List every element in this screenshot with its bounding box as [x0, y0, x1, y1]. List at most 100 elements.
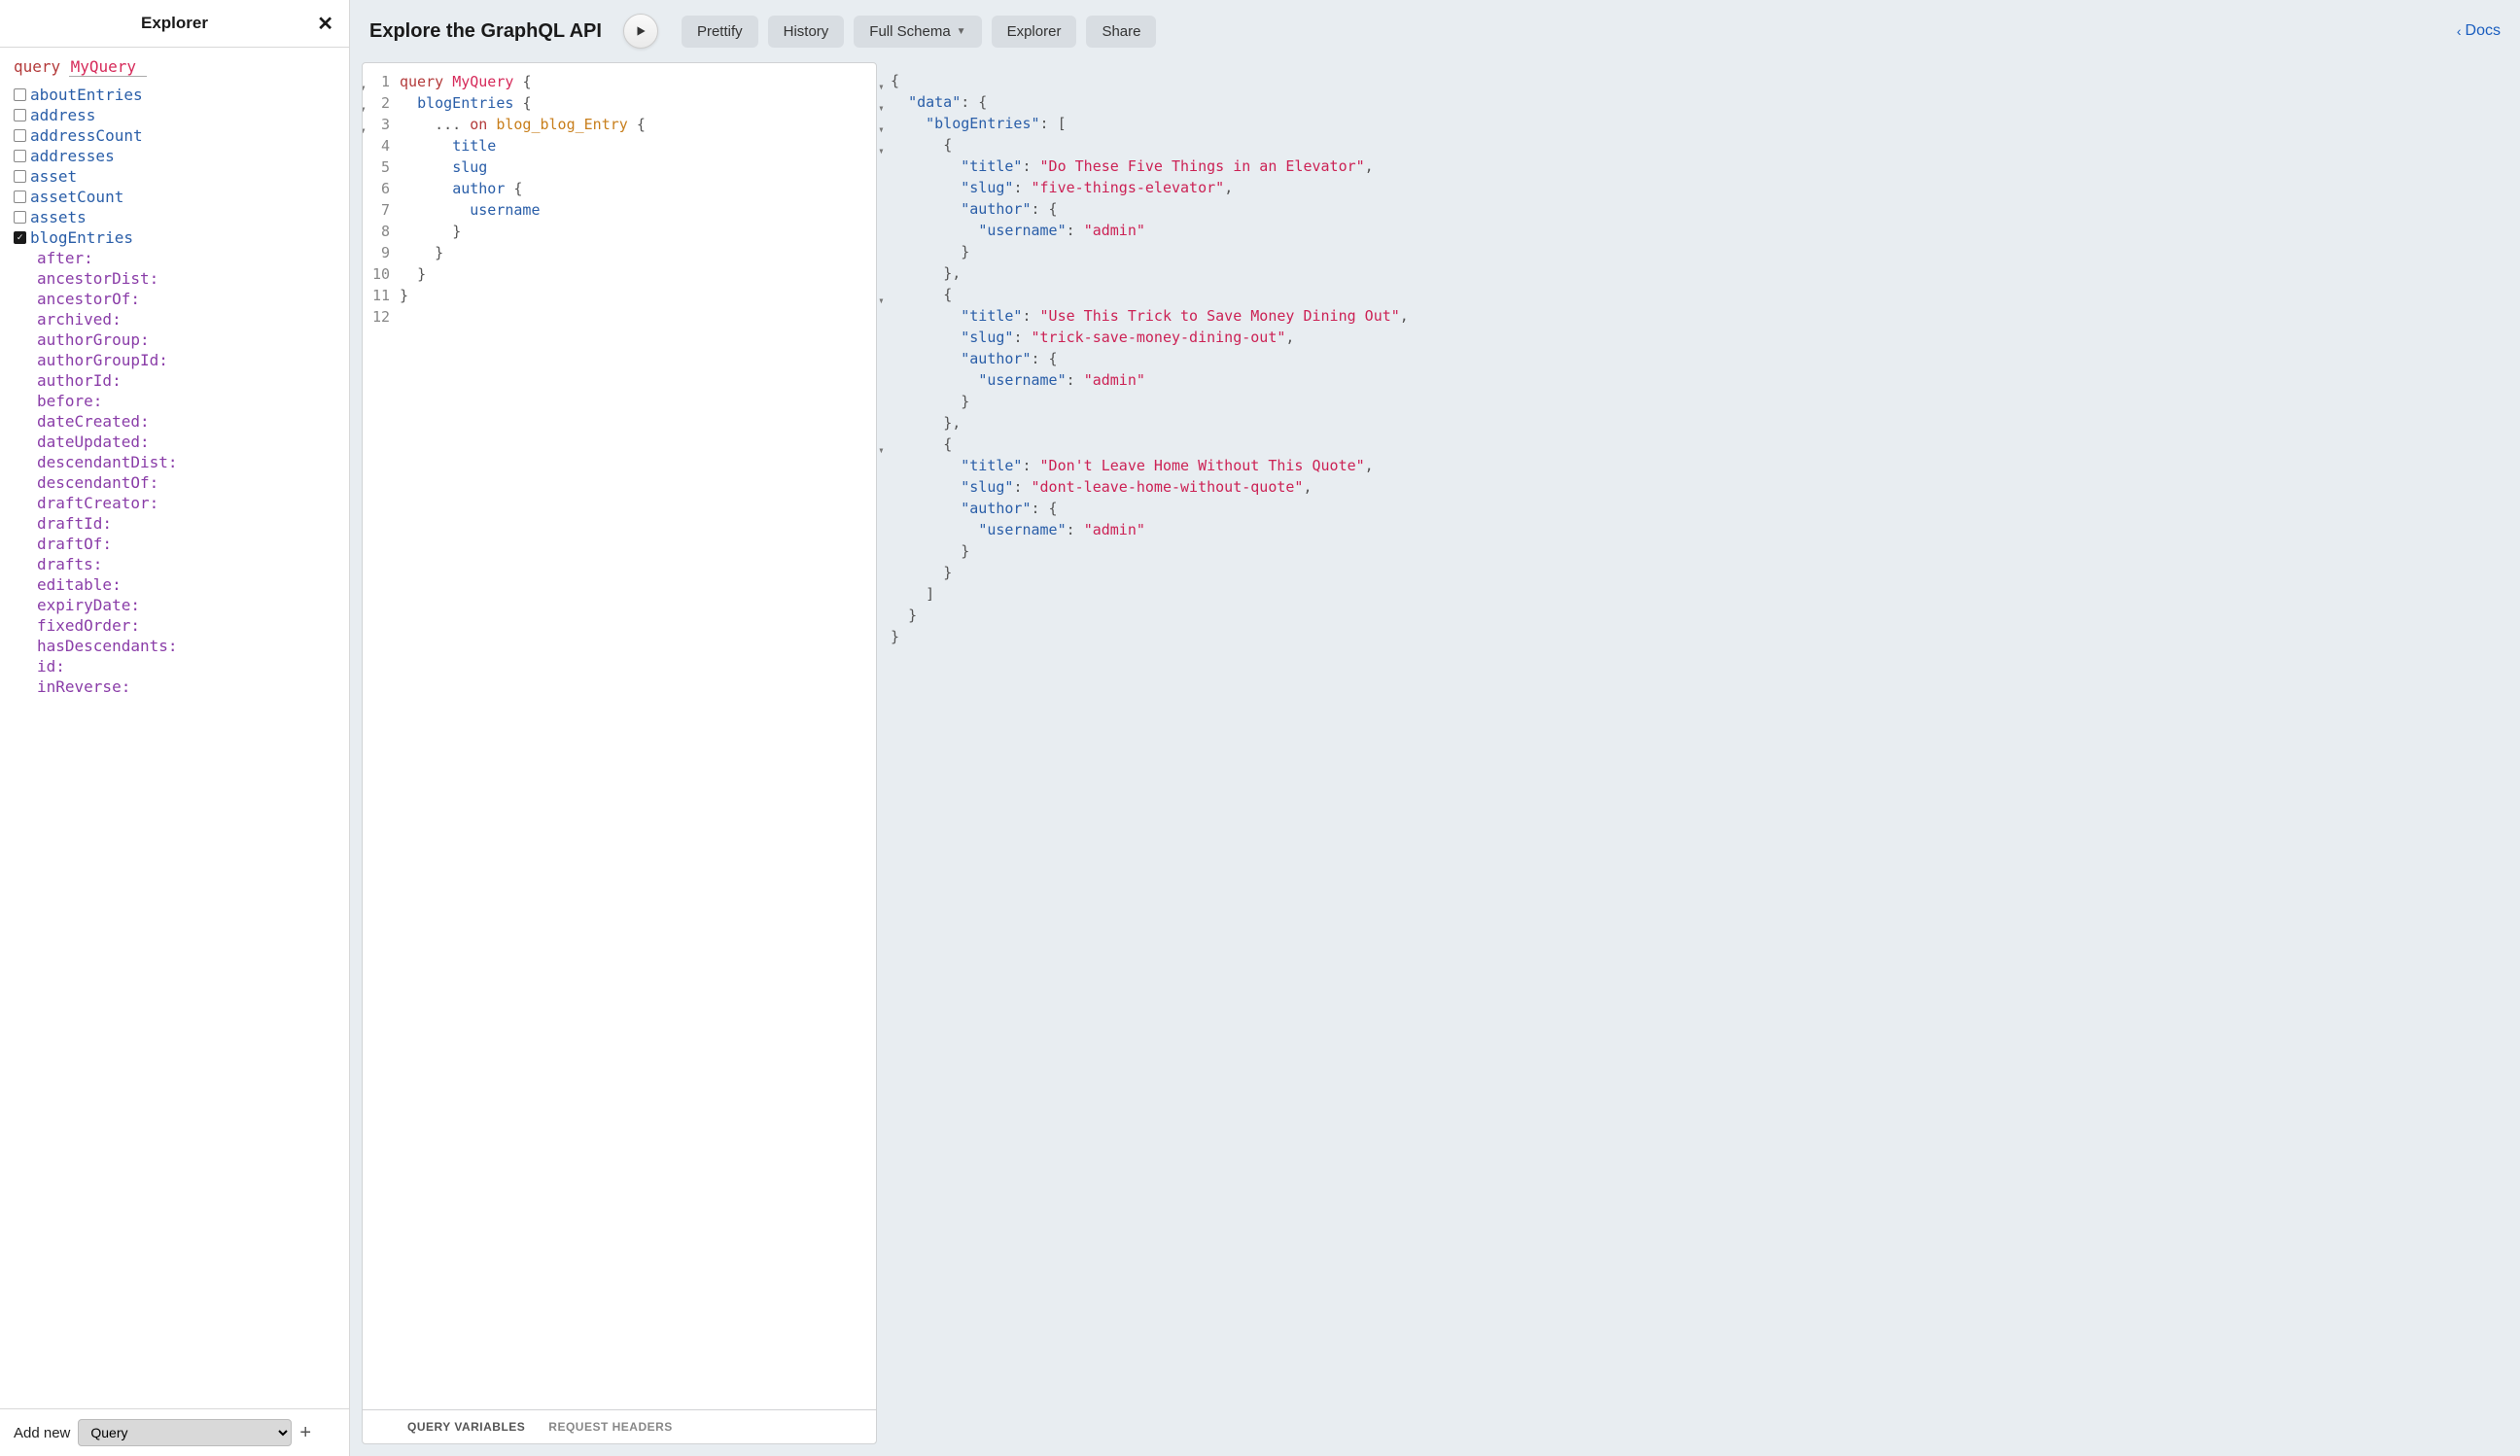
line-number: 9	[363, 242, 390, 263]
arg-item[interactable]: dateCreated:	[33, 411, 335, 432]
arg-item[interactable]: authorId:	[33, 370, 335, 391]
code-line: slug	[400, 156, 876, 178]
field-item[interactable]: aboutEntries	[14, 85, 335, 105]
field-item[interactable]: addressCount	[14, 125, 335, 146]
arg-item[interactable]: descendantDist:	[33, 452, 335, 472]
arg-label: draftId:	[37, 514, 112, 533]
arg-item[interactable]: descendantOf:	[33, 472, 335, 493]
fold-icon[interactable]: ▼	[879, 120, 883, 141]
checkbox-icon[interactable]	[14, 231, 26, 244]
prettify-button[interactable]: Prettify	[682, 16, 758, 48]
arg-label: ancestorOf:	[37, 290, 140, 308]
field-label: aboutEntries	[30, 86, 143, 104]
full-schema-button[interactable]: Full Schema▼	[854, 16, 981, 48]
result-line: "title": "Do These Five Things in an Ele…	[891, 156, 2495, 177]
line-number: 3	[363, 114, 390, 135]
history-button[interactable]: History	[768, 16, 845, 48]
explorer-button[interactable]: Explorer	[992, 16, 1077, 48]
share-button[interactable]: Share	[1086, 16, 1156, 48]
code-line: }	[400, 242, 876, 263]
line-number: 2	[363, 92, 390, 114]
arg-label: authorId:	[37, 371, 122, 390]
code-area[interactable]: query MyQuery { blogEntries { ... on blo…	[400, 63, 876, 1409]
arg-label: after:	[37, 249, 93, 267]
arg-item[interactable]: ancestorDist:	[33, 268, 335, 289]
chevron-down-icon: ▼	[957, 26, 966, 37]
arg-item[interactable]: authorGroup:	[33, 329, 335, 350]
arg-item[interactable]: dateUpdated:	[33, 432, 335, 452]
arg-item[interactable]: id:	[33, 656, 335, 676]
query-name-input[interactable]	[69, 57, 147, 77]
arg-item[interactable]: draftId:	[33, 513, 335, 534]
fold-icon[interactable]: ▼	[879, 98, 883, 120]
fold-icon[interactable]: ▼	[879, 141, 883, 162]
arg-item[interactable]: authorGroupId:	[33, 350, 335, 370]
checkbox-icon[interactable]	[14, 129, 26, 142]
arg-label: dateCreated:	[37, 412, 150, 431]
close-icon[interactable]: ✕	[317, 12, 333, 36]
arg-item[interactable]: before:	[33, 391, 335, 411]
line-number: 7	[363, 199, 390, 221]
result-line: }	[891, 626, 2495, 647]
arg-item[interactable]: draftCreator:	[33, 493, 335, 513]
top-fields-list: aboutEntries addressaddressCountaddresses…	[14, 85, 335, 248]
arg-item[interactable]: hasDescendants:	[33, 636, 335, 656]
code-line: username	[400, 199, 876, 221]
result-line: "slug": "dont-leave-home-without-quote",	[891, 476, 2495, 498]
field-item[interactable]: assetCount	[14, 187, 335, 207]
field-item[interactable]: address	[14, 105, 335, 125]
arg-item[interactable]: drafts:	[33, 554, 335, 574]
arg-item[interactable]: editable:	[33, 574, 335, 595]
field-label: assetCount	[30, 188, 123, 206]
fold-icon[interactable]: ▼	[879, 291, 883, 312]
tab-query-variables[interactable]: QUERY VARIABLES	[407, 1420, 525, 1434]
checkbox-icon[interactable]	[14, 191, 26, 203]
field-item[interactable]: addresses	[14, 146, 335, 166]
result-line: },	[891, 262, 2495, 284]
checkbox-icon[interactable]	[14, 170, 26, 183]
add-icon[interactable]: +	[299, 1422, 311, 1444]
checkbox-icon[interactable]	[14, 109, 26, 121]
addnew-select[interactable]: Query	[78, 1419, 292, 1446]
field-label: address	[30, 106, 95, 124]
execute-button[interactable]	[623, 14, 658, 49]
checkbox-icon[interactable]	[14, 88, 26, 101]
result-line: ▼ {	[891, 134, 2495, 156]
field-label: assets	[30, 208, 87, 226]
query-header-line: query	[14, 57, 335, 77]
arg-label: hasDescendants:	[37, 637, 178, 655]
result-line: "author": {	[891, 348, 2495, 369]
result-line: "username": "admin"	[891, 369, 2495, 391]
result-line: ▼ {	[891, 284, 2495, 305]
arg-label: ancestorDist:	[37, 269, 158, 288]
arg-label: draftCreator:	[37, 494, 158, 512]
arg-item[interactable]: ancestorOf:	[33, 289, 335, 309]
arg-item[interactable]: draftOf:	[33, 534, 335, 554]
line-number: 5	[363, 156, 390, 178]
arg-label: draftOf:	[37, 535, 112, 553]
line-number: 4	[363, 135, 390, 156]
field-item[interactable]: assets	[14, 207, 335, 227]
arg-item[interactable]: after:	[33, 248, 335, 268]
arg-item[interactable]: expiryDate:	[33, 595, 335, 615]
result-line: ▼ "blogEntries": [	[891, 113, 2495, 134]
explorer-header: Explorer ✕	[0, 0, 349, 48]
field-item[interactable]: asset	[14, 166, 335, 187]
docs-link[interactable]: ‹ Docs	[2457, 22, 2501, 40]
arg-label: fixedOrder:	[37, 616, 140, 635]
checkbox-icon[interactable]	[14, 211, 26, 224]
code-line: title	[400, 135, 876, 156]
tab-request-headers[interactable]: REQUEST HEADERS	[548, 1420, 673, 1434]
checkbox-icon[interactable]	[14, 150, 26, 162]
arg-item[interactable]: inReverse:	[33, 676, 335, 697]
editor-scroll[interactable]: 123456789101112 query MyQuery { blogEntr…	[363, 63, 876, 1409]
field-item[interactable]: blogEntries	[14, 227, 335, 248]
explorer-panel: Explorer ✕ query aboutEntriesaddressaddr…	[0, 0, 350, 1456]
line-number: 1	[363, 71, 390, 92]
fold-icon[interactable]: ▼	[879, 77, 883, 98]
code-line: }	[400, 221, 876, 242]
result-pane[interactable]: ▼{▼ "data": {▼ "blogEntries": [▼ { "titl…	[877, 62, 2508, 1444]
arg-item[interactable]: fixedOrder:	[33, 615, 335, 636]
fold-icon[interactable]: ▼	[879, 440, 883, 462]
arg-item[interactable]: archived:	[33, 309, 335, 329]
